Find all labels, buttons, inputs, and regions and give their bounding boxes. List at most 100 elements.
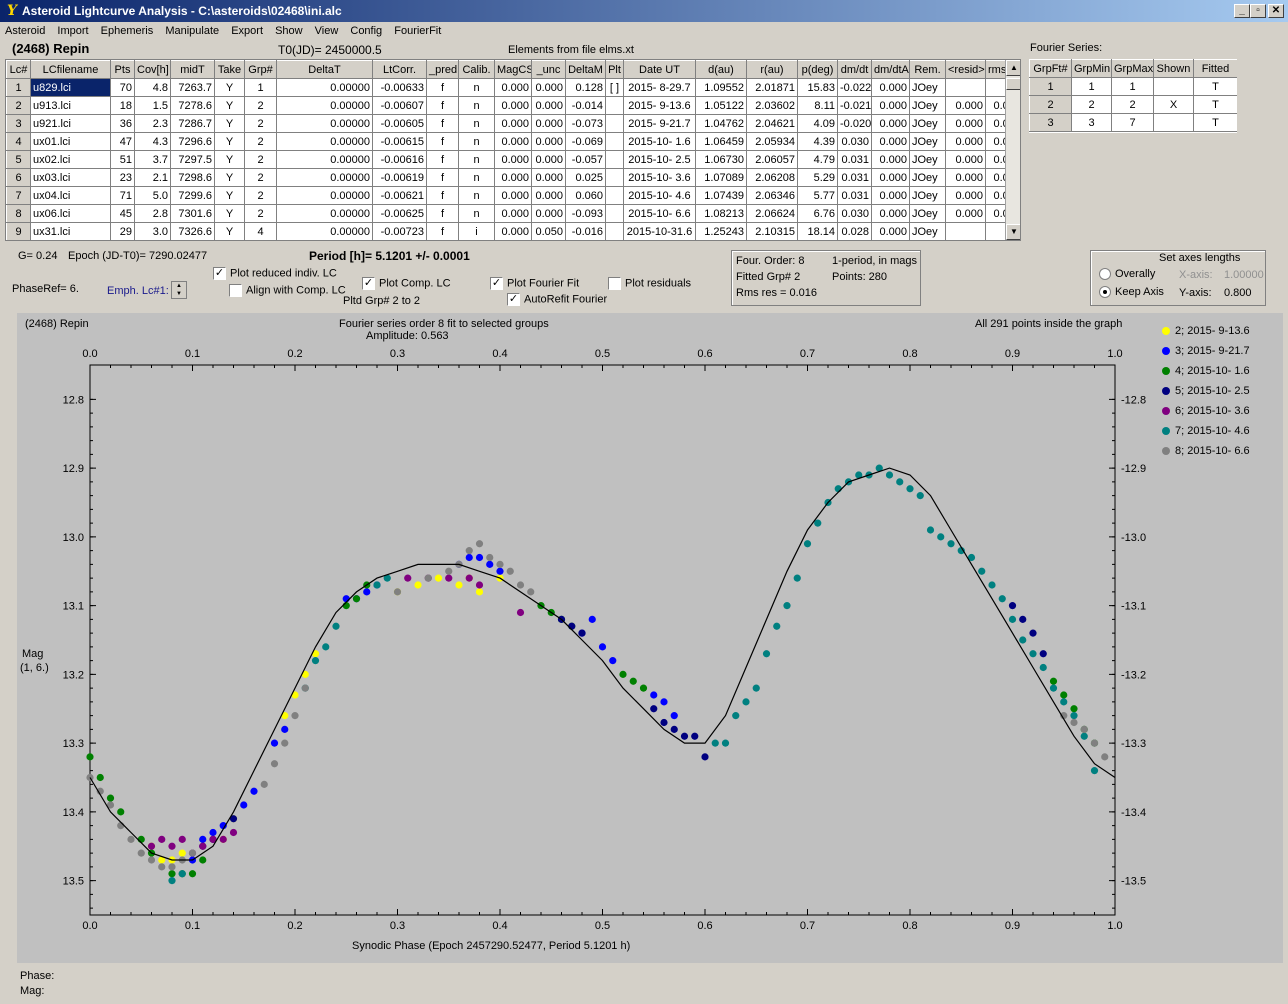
table-cell[interactable]: 0.000 (871, 132, 910, 151)
table-cell[interactable]: f (426, 114, 459, 133)
table-cell[interactable]: 2.06346 (746, 186, 798, 205)
table-cell[interactable] (945, 222, 986, 240)
table-cell[interactable]: 1.07439 (695, 186, 747, 205)
row-header[interactable]: 2 (6, 96, 31, 115)
table-row[interactable]: 4 ux01.lci 47 4.3 7296.6 Y 2 0.00000 -0.00615 f n 0… (6, 132, 1020, 151)
row-header[interactable]: 5 (6, 150, 31, 169)
table-cell[interactable]: 0.028 (837, 222, 872, 240)
menu-fourierfit[interactable]: FourierFit (389, 22, 445, 37)
table-cell[interactable]: 2 (244, 168, 277, 187)
ft-header[interactable]: GrpMin (1071, 59, 1112, 78)
table-cell[interactable]: 4 (244, 222, 277, 240)
lc-header[interactable]: midT (170, 60, 215, 79)
lightcurve-plot[interactable]: 0.0 0.0 0.1 0.1 0.2 0.2 0.3 0.3 0.4 0.4 0.5 0.5 0.6 0… (17, 313, 1283, 963)
table-cell[interactable]: 7298.6 (170, 168, 215, 187)
table-cell[interactable]: 0.031 (837, 150, 872, 169)
table-cell[interactable]: -0.00633 (372, 78, 427, 97)
table-cell[interactable]: 0.00000 (276, 150, 373, 169)
table-cell[interactable]: 0.000 (531, 150, 566, 169)
plot-fourier-checkbox[interactable]: ✓ Plot Fourier Fit (490, 277, 579, 290)
table-row[interactable]: 2 u913.lci 18 1.5 7278.6 Y 2 0.00000 -0.00607 f n 0… (6, 96, 1020, 115)
table-cell[interactable]: 0.000 (531, 204, 566, 223)
table-cell[interactable] (605, 114, 624, 133)
table-cell[interactable]: 0.000 (531, 114, 566, 133)
table-cell[interactable]: 2 (244, 186, 277, 205)
table-cell[interactable]: 1 (1071, 77, 1112, 96)
table-cell[interactable]: 0.000 (531, 78, 566, 97)
lc-header[interactable]: DeltaT (276, 60, 373, 79)
table-row[interactable]: 3 u921.lci 36 2.3 7286.7 Y 2 0.00000 -0.00605 f n 0… (6, 114, 1020, 133)
table-cell[interactable]: 2015-10- 2.5 (623, 150, 696, 169)
table-cell[interactable]: 18.14 (797, 222, 838, 240)
maximize-button[interactable]: ▫ (1250, 4, 1266, 18)
table-cell[interactable]: 4.8 (134, 78, 171, 97)
table-cell[interactable]: 7286.7 (170, 114, 215, 133)
lc-header[interactable]: Rem. (909, 60, 946, 79)
table-cell[interactable]: 0.031 (837, 186, 872, 205)
table-cell[interactable]: 3.0 (134, 222, 171, 240)
table-row[interactable]: 111T (1029, 77, 1237, 96)
table-cell[interactable]: 2015-10-31.6 (623, 222, 696, 240)
table-cell[interactable]: JOey (909, 150, 946, 169)
table-cell[interactable] (605, 222, 624, 240)
table-cell[interactable]: 18 (110, 96, 135, 115)
table-cell[interactable]: 0.000 (871, 114, 910, 133)
row-header[interactable]: 9 (6, 222, 31, 240)
table-cell[interactable]: 0.00000 (276, 222, 373, 240)
table-cell[interactable]: 2 (244, 114, 277, 133)
table-cell[interactable]: 15.83 (797, 78, 838, 97)
table-cell[interactable] (605, 204, 624, 223)
table-cell[interactable]: Y (214, 186, 245, 205)
table-cell[interactable]: 0.000 (531, 168, 566, 187)
table-cell[interactable]: 0.000 (871, 168, 910, 187)
table-cell[interactable]: f (426, 96, 459, 115)
table-cell[interactable]: Y (214, 78, 245, 97)
table-cell[interactable]: 5.29 (797, 168, 838, 187)
table-cell[interactable]: f (426, 132, 459, 151)
table-cell[interactable]: 1.06459 (695, 132, 747, 151)
table-cell[interactable]: 0.000 (494, 204, 532, 223)
table-cell[interactable]: n (458, 168, 495, 187)
row-header[interactable]: 8 (6, 204, 31, 223)
table-cell[interactable]: T (1193, 77, 1237, 96)
table-cell[interactable]: 7278.6 (170, 96, 215, 115)
table-cell[interactable]: 1.09552 (695, 78, 747, 97)
table-cell[interactable]: T (1193, 95, 1237, 114)
table-cell[interactable]: JOey (909, 168, 946, 187)
table-cell[interactable]: 0.030 (837, 132, 872, 151)
row-header[interactable]: 4 (6, 132, 31, 151)
lc-header[interactable]: Grp# (244, 60, 277, 79)
table-cell[interactable]: 2.04621 (746, 114, 798, 133)
table-cell[interactable]: n (458, 204, 495, 223)
lc-header[interactable]: p(deg) (797, 60, 838, 79)
table-cell[interactable]: -0.021 (837, 96, 872, 115)
table-cell[interactable]: 0.000 (945, 114, 986, 133)
row-header[interactable]: 1 (1029, 77, 1072, 96)
table-cell[interactable]: 0.000 (871, 204, 910, 223)
table-cell[interactable]: JOey (909, 114, 946, 133)
table-cell[interactable]: 2015- 9-21.7 (623, 114, 696, 133)
table-row[interactable]: 337T (1029, 113, 1237, 132)
table-cell[interactable]: -0.022 (837, 78, 872, 97)
plot-residuals-checkbox[interactable]: Plot residuals (608, 277, 691, 290)
table-cell[interactable]: 2 (244, 204, 277, 223)
table-cell[interactable]: -0.00625 (372, 204, 427, 223)
lc-header[interactable]: Calib. (458, 60, 495, 79)
table-cell[interactable]: 0.000 (494, 132, 532, 151)
table-cell[interactable]: 2.3 (134, 114, 171, 133)
lc-header[interactable]: dm/dtA (871, 60, 910, 79)
table-cell[interactable]: 5.77 (797, 186, 838, 205)
ft-header[interactable]: GrpFt# (1029, 59, 1072, 78)
table-cell[interactable] (1153, 77, 1194, 96)
table-cell[interactable]: -0.057 (565, 150, 606, 169)
table-cell[interactable]: 29 (110, 222, 135, 240)
overally-radio[interactable]: Overally (1099, 268, 1155, 281)
table-row[interactable]: 7 ux04.lci 71 5.0 7299.6 Y 2 0.00000 -0.00621 f n 0… (6, 186, 1020, 205)
table-cell[interactable]: Y (214, 114, 245, 133)
table-cell[interactable]: [ ] (605, 78, 624, 97)
table-cell[interactable]: 2015- 8-29.7 (623, 78, 696, 97)
table-cell[interactable]: 0.000 (494, 222, 532, 240)
table-cell[interactable]: 0.000 (494, 168, 532, 187)
table-row[interactable]: 222XT (1029, 95, 1237, 114)
table-cell[interactable]: f (426, 78, 459, 97)
